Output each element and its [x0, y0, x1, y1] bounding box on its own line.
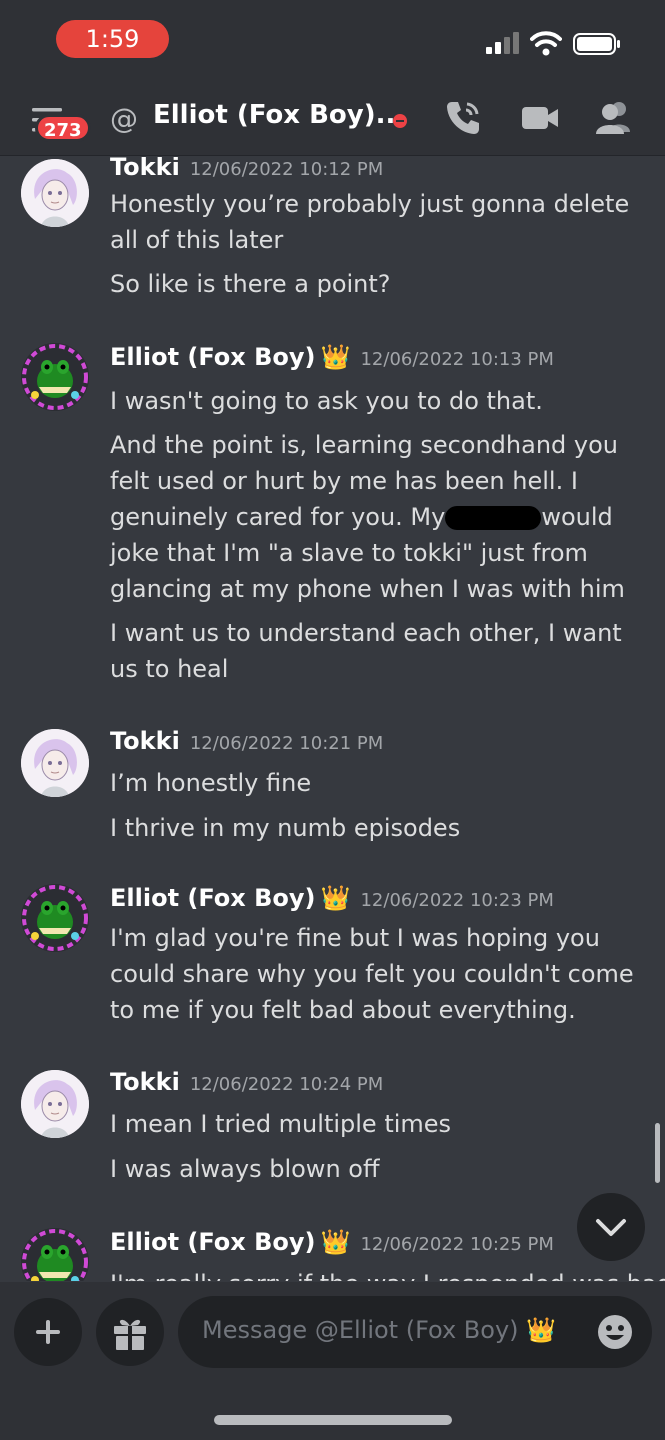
- gift-button[interactable]: [96, 1298, 164, 1366]
- channel-header: 273 @ Elliot (Fox Boy)...: [0, 80, 665, 156]
- redaction-mark: [445, 506, 542, 530]
- emoji-icon[interactable]: [596, 1313, 634, 1351]
- tokki-avatar-art: [21, 159, 89, 227]
- attach-button[interactable]: [14, 1298, 82, 1366]
- message-text: I’m honestly fine: [110, 769, 312, 797]
- message-header: Elliot (Fox Boy) 👑 12/06/2022 10:25 PM: [110, 1228, 554, 1256]
- status-time: 1:59: [56, 20, 169, 58]
- avatar-elliot[interactable]: [21, 884, 89, 952]
- gift-icon: [114, 1319, 146, 1350]
- message-input[interactable]: Message @Elliot (Fox Boy) 👑: [178, 1296, 652, 1368]
- author-name[interactable]: Elliot (Fox Boy): [110, 1228, 316, 1256]
- unread-badge: 273: [35, 114, 91, 142]
- message-header: Tokki 12/06/2022 10:24 PM: [110, 1068, 383, 1096]
- video-icon[interactable]: [520, 98, 560, 138]
- timestamp: 12/06/2022 10:21 PM: [189, 733, 384, 754]
- timestamp: 12/06/2022 10:13 PM: [360, 349, 554, 370]
- timestamp: 12/06/2022 10:23 PM: [360, 890, 554, 911]
- at-icon: @: [110, 102, 138, 135]
- author-name[interactable]: Tokki: [110, 157, 180, 181]
- message-input-placeholder: Message @Elliot (Fox Boy) 👑: [202, 1316, 557, 1344]
- chevron-down-icon: [596, 1219, 626, 1236]
- channel-title[interactable]: Elliot (Fox Boy)...: [153, 100, 405, 130]
- avatar-tokki[interactable]: [21, 1070, 89, 1138]
- message-text: And the point is, learning secondhand yo…: [110, 427, 650, 607]
- scrollbar[interactable]: [655, 1123, 660, 1183]
- members-icon[interactable]: [594, 98, 634, 138]
- author-name[interactable]: Elliot (Fox Boy): [110, 884, 316, 912]
- message-text: I want us to understand each other, I wa…: [110, 619, 622, 683]
- elliot-avatar-art: [21, 1228, 89, 1281]
- crown-icon: 👑: [320, 884, 351, 912]
- battery-icon: [573, 33, 620, 55]
- status-bar: 1:59: [0, 0, 665, 80]
- message-text: I thrive in my numb episodes: [110, 814, 461, 842]
- timestamp: 12/06/2022 10:12 PM: [189, 159, 384, 180]
- wifi-icon: [530, 31, 562, 56]
- home-indicator: [214, 1415, 452, 1425]
- avatar-tokki[interactable]: [21, 159, 89, 227]
- avatar-elliot[interactable]: [21, 1228, 89, 1281]
- author-name[interactable]: Tokki: [110, 727, 180, 755]
- message-text: I'm really sorry if the way I responded …: [110, 1266, 665, 1281]
- message-text: Honestly you’re probably just gonna dele…: [110, 190, 630, 254]
- jump-to-bottom-button[interactable]: [577, 1193, 645, 1261]
- avatar-tokki[interactable]: [21, 729, 89, 797]
- message-text: I mean I tried multiple times: [110, 1110, 452, 1138]
- message-text: I was always blown off: [110, 1155, 380, 1183]
- call-icon[interactable]: [443, 98, 483, 138]
- avatar-elliot[interactable]: [21, 343, 89, 411]
- author-name[interactable]: Tokki: [110, 1068, 180, 1096]
- tokki-avatar-art: [21, 729, 89, 797]
- message-text: So like is there a point?: [110, 270, 391, 298]
- elliot-avatar-art: [21, 884, 89, 952]
- elliot-avatar-art: [21, 343, 89, 411]
- signal-icon: [486, 32, 519, 54]
- crown-icon: 👑: [320, 343, 351, 371]
- message-header: Tokki 12/06/2022 10:21 PM: [110, 727, 383, 755]
- message-text: I wasn't going to ask you to do that.: [110, 387, 543, 415]
- plus-icon: [36, 1320, 60, 1344]
- timestamp: 12/06/2022 10:25 PM: [360, 1234, 554, 1255]
- message-text: I'm glad you're fine but I was hoping yo…: [110, 924, 634, 1024]
- message-header: Elliot (Fox Boy) 👑 12/06/2022 10:13 PM: [110, 343, 554, 371]
- dnd-status-icon: [393, 114, 407, 128]
- tokki-avatar-art: [21, 1070, 89, 1138]
- message-header: Elliot (Fox Boy) 👑 12/06/2022 10:23 PM: [110, 884, 554, 912]
- author-name[interactable]: Elliot (Fox Boy): [110, 343, 316, 371]
- message-list[interactable]: Tokki 12/06/2022 10:12 PM Honestly you’re…: [0, 157, 665, 1281]
- message-header: Tokki 12/06/2022 10:12 PM: [110, 157, 383, 181]
- timestamp: 12/06/2022 10:24 PM: [189, 1074, 384, 1095]
- crown-icon: 👑: [320, 1228, 351, 1256]
